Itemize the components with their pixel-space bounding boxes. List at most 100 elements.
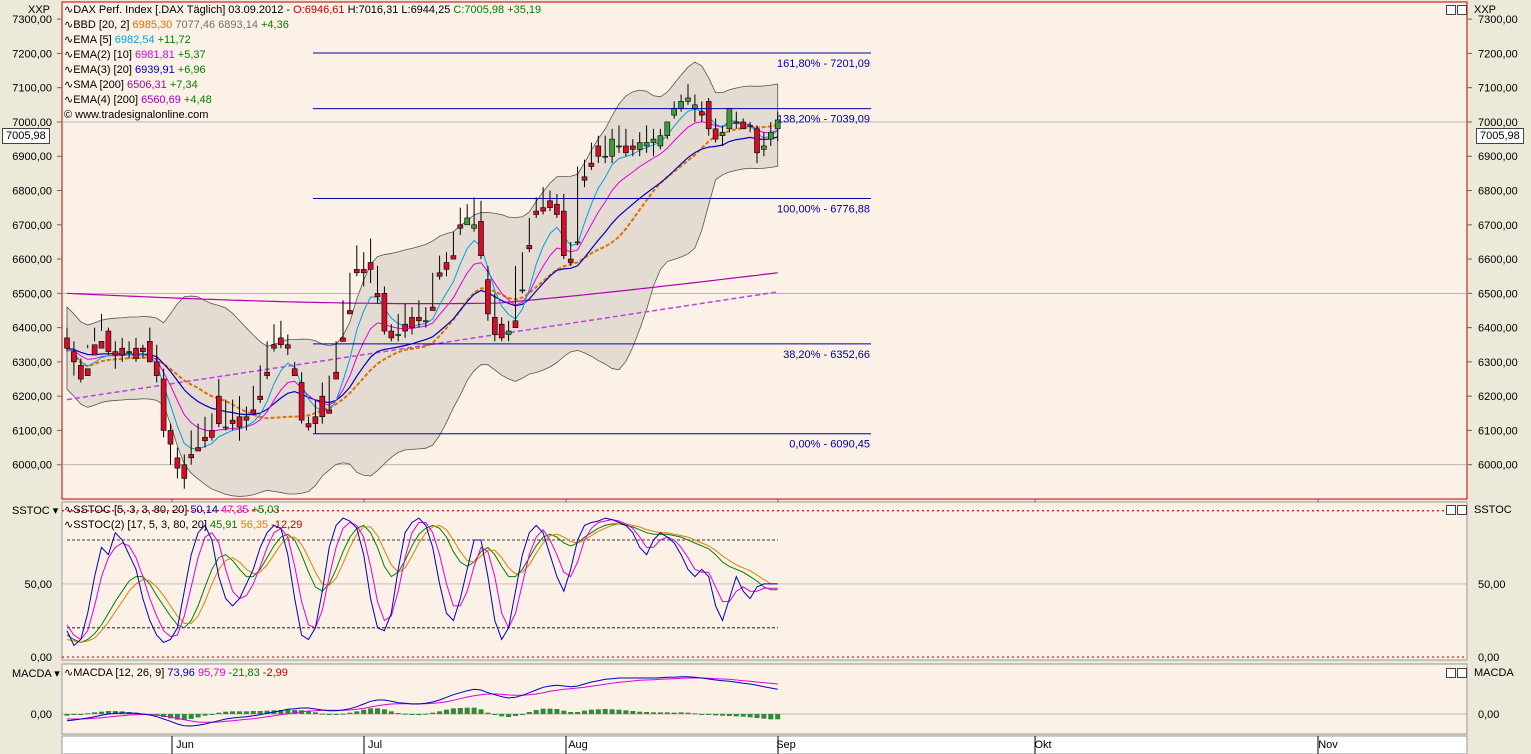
macd-histogram-bar — [657, 712, 663, 714]
price-tick-label-right: 6900,00 — [1478, 151, 1518, 163]
macd-histogram-bar — [664, 712, 670, 714]
pane-close-icon[interactable] — [1457, 5, 1467, 15]
price-tick-label-left: 6500,00 — [12, 288, 52, 300]
legend-text: +4,48 — [180, 94, 212, 106]
legend-text: © www.tradesignalonline.com — [64, 109, 209, 121]
pane-minimize-icon[interactable] — [1446, 668, 1456, 678]
chevron-down-icon[interactable]: ▾ — [54, 668, 60, 680]
candle-body — [491, 317, 498, 335]
macd-histogram-bar — [209, 714, 215, 715]
legend-text: DAX Perf. Index [.DAX Täglich] 03.09.201… — [73, 4, 294, 16]
candle-body — [402, 323, 408, 332]
legend-text: 6506,31 — [127, 79, 167, 91]
legend-text: 95,79 — [194, 667, 226, 679]
pane-close-icon[interactable] — [1457, 668, 1467, 678]
pane-close-icon[interactable] — [1457, 505, 1467, 515]
candle-body — [236, 416, 243, 428]
candle-body — [91, 344, 98, 356]
macd-histogram-bar — [423, 713, 429, 715]
candle-body — [733, 121, 740, 124]
macd-histogram-bar — [602, 709, 608, 714]
legend-text: -12,29 — [268, 519, 303, 531]
macd-histogram-bar — [395, 713, 401, 714]
candle-body — [84, 368, 91, 376]
fib-level-label: 38,20% - 6352,66 — [783, 349, 870, 361]
chevron-down-icon[interactable]: ▾ — [53, 505, 59, 517]
legend-line[interactable]: ∿EMA [5] 6982,54 +11,72 — [64, 33, 541, 48]
macd-histogram-bar — [623, 710, 629, 714]
candle-body — [105, 330, 112, 352]
macd-histogram-bar — [526, 712, 532, 714]
time-axis[interactable] — [61, 735, 1468, 754]
legend-line[interactable]: ∿EMA(4) [200] 6560,69 +4,48 — [64, 93, 541, 108]
candle-body — [374, 293, 381, 298]
legend-text: 6985,30 — [132, 19, 173, 31]
sstoc-pane-label-right[interactable]: SSTOC — [1474, 504, 1512, 516]
legend-text: EMA [5] — [73, 34, 115, 46]
legend-line[interactable]: ∿MACDA [12, 26, 9] 73,96 95,79 -21,83 -2… — [64, 666, 288, 681]
candle-body — [222, 426, 229, 429]
legend-line[interactable]: ∿EMA(3) [20] 6939,91 +6,96 — [64, 63, 541, 78]
candle-body — [685, 97, 691, 102]
macd-histogram-bar — [706, 714, 712, 715]
candle-body — [271, 344, 277, 349]
price-pane-label-right[interactable]: XXP — [1474, 4, 1496, 16]
legend-text: +7,34 — [166, 79, 198, 91]
price-tick-label-left: 7200,00 — [12, 48, 52, 60]
candle-body — [719, 131, 726, 136]
price-tick-label-right: 6100,00 — [1478, 425, 1518, 437]
candle-body — [188, 454, 194, 459]
candle-body — [526, 245, 533, 250]
fib-level-label: 0,00% - 6090,45 — [789, 439, 870, 451]
macd-histogram-bar — [616, 709, 622, 714]
candle-body — [257, 395, 264, 400]
legend-text: SSTOC(2) [17, 5, 3, 80, 20] — [73, 519, 210, 531]
legend-line[interactable]: ∿DAX Perf. Index [.DAX Täglich] 03.09.20… — [64, 3, 541, 18]
macd-histogram-bar — [430, 712, 436, 714]
candle-body — [761, 145, 767, 150]
candle-body — [478, 221, 484, 256]
macd-histogram-bar — [409, 714, 415, 715]
pane-minimize-icon[interactable] — [1446, 5, 1456, 15]
price-tick-label-right: 6500,00 — [1478, 288, 1518, 300]
macd-histogram-bar — [678, 712, 684, 714]
candle-body — [671, 107, 678, 116]
candle-body — [629, 145, 636, 150]
pane-minimize-icon[interactable] — [1446, 505, 1456, 515]
candle-body — [64, 337, 70, 349]
legend-line[interactable]: ∿EMA(2) [10] 6981,81 +5,37 — [64, 48, 541, 63]
fib-level-label: 138,20% - 7039,09 — [777, 114, 870, 126]
candle-body — [167, 430, 174, 445]
candle-body — [512, 320, 519, 328]
candle-body — [540, 207, 546, 212]
legend-line[interactable]: ∿SSTOC [5, 3, 3, 80, 20] 50,14 47,35 +5,… — [64, 503, 302, 518]
legend-line[interactable]: ∿BBD [20, 2] 6985,30 7077,46 6893,14 +4,… — [64, 18, 541, 33]
macd-histogram-bar — [726, 714, 732, 716]
price-tick-label-left: 6100,00 — [12, 425, 52, 437]
sstoc-pane-label[interactable]: SSTOC ▾ — [12, 504, 58, 517]
price-tick-label-right: 6400,00 — [1478, 323, 1518, 335]
candle-body — [519, 289, 526, 292]
candle-body — [147, 341, 153, 363]
macd-histogram-bar — [595, 709, 601, 714]
candle-body — [464, 217, 471, 226]
candle-body — [319, 395, 326, 418]
legend-line[interactable]: ∿SMA [200] 6506,31 +7,34 — [64, 78, 541, 93]
macd-histogram-bar — [188, 714, 194, 719]
legend-line[interactable]: ∿SSTOC(2) [17, 5, 3, 80, 20] 45,91 56,35… — [64, 518, 302, 533]
macd-histogram-bar — [381, 709, 387, 714]
macd-pane-label[interactable]: MACDA ▾ — [12, 667, 60, 680]
macd-histogram-bar — [319, 713, 325, 715]
candle-body — [554, 203, 560, 215]
candle-body — [409, 317, 415, 328]
candle-body — [643, 142, 650, 147]
macd-histogram-bar — [775, 714, 781, 720]
candle-body — [740, 121, 747, 130]
macd-pane-label-right[interactable]: MACDA — [1474, 667, 1514, 679]
legend-text: 50,14 — [190, 504, 218, 516]
sstoc-pane-title: SSTOC — [12, 505, 50, 517]
macd-histogram-bar — [326, 714, 332, 715]
sstoc-tick-label-left: 0,00 — [31, 652, 52, 664]
legend-line[interactable]: © www.tradesignalonline.com — [64, 108, 541, 123]
price-pane-label[interactable]: XXP — [28, 4, 50, 16]
